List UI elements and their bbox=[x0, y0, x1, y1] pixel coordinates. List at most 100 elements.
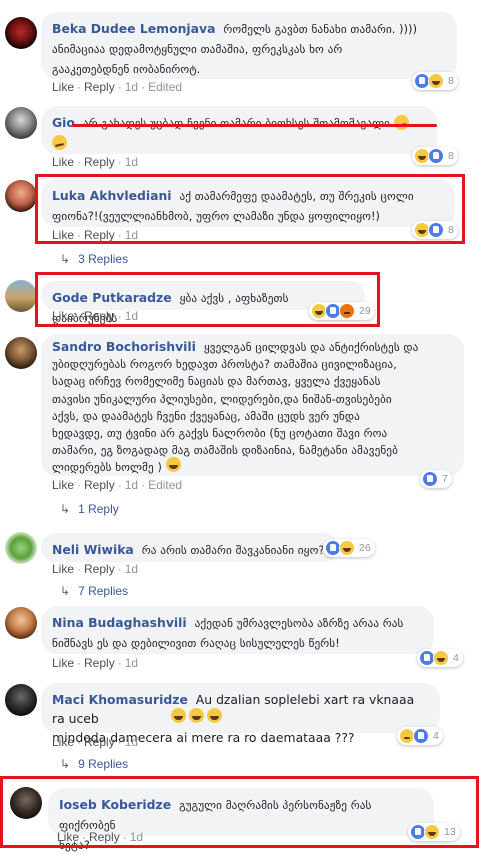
comment-bubble: Beka Dudee Lemonjava რომელს გავბთ ნანახი… bbox=[41, 12, 457, 79]
comment-actions: Like · Reply · 1d · Edited bbox=[52, 80, 183, 94]
commenter-name[interactable]: Gio bbox=[52, 115, 75, 130]
like-reaction-icon bbox=[413, 728, 429, 744]
comment-text-line: რომელს გავბთ ნანახი თამარი. )))) bbox=[223, 23, 418, 36]
comment-actions: Like · Reply · 1d · Edited bbox=[52, 478, 183, 492]
commenter-name[interactable]: Beka Dudee Lemonjava bbox=[52, 21, 215, 36]
reaction-summary[interactable]: 4 bbox=[417, 649, 463, 667]
reaction-count: 4 bbox=[453, 652, 459, 664]
comment-bubble: Neli Wiwika რა არის თამარი შავკანიანი იყ… bbox=[41, 533, 338, 562]
haha-reaction-icon bbox=[339, 540, 355, 556]
reaction-count: 8 bbox=[448, 75, 454, 87]
edited-label[interactable]: Edited bbox=[148, 478, 182, 492]
timestamp[interactable]: 1d bbox=[125, 656, 138, 670]
reply-arrow-icon: ↳ bbox=[60, 584, 71, 598]
comment-text-line: ანიმაციაა დედამოტყნული თამაშია, ფრეკსკას… bbox=[52, 43, 343, 56]
reaction-summary[interactable]: 8 bbox=[412, 147, 458, 165]
comment-actions: Like · Reply · 1d bbox=[52, 155, 139, 169]
comment-text-line: თამარი, ეგ ზოგადად მაგ თამაშის დიზაინია,… bbox=[52, 444, 398, 458]
avatar[interactable] bbox=[5, 280, 37, 312]
laughing-emoji-icon bbox=[189, 708, 204, 723]
reaction-summary[interactable]: 4 bbox=[397, 727, 443, 745]
confused-emoji-icon bbox=[52, 135, 67, 150]
timestamp[interactable]: 1d bbox=[125, 735, 138, 749]
reaction-count: 8 bbox=[448, 150, 454, 162]
highlight-box bbox=[0, 776, 479, 848]
reply-arrow-icon: ↳ bbox=[60, 757, 71, 771]
like-link[interactable]: Like bbox=[52, 656, 74, 670]
comment-actions: Like · Reply · 1d bbox=[52, 562, 139, 576]
view-replies-link[interactable]: ↳ 7 Replies bbox=[60, 584, 128, 598]
comment-bubble: Sandro Bochorishvili ყველგან ცილდვას და … bbox=[41, 334, 464, 476]
replies-count-label: 7 Replies bbox=[78, 584, 129, 598]
avatar[interactable] bbox=[5, 17, 37, 49]
like-link[interactable]: Like bbox=[52, 735, 74, 749]
timestamp[interactable]: 1d bbox=[125, 478, 138, 492]
timestamp[interactable]: 1d bbox=[125, 155, 138, 169]
reaction-summary[interactable]: 8 bbox=[412, 72, 458, 90]
replies-count-label: 3 Replies bbox=[78, 252, 129, 266]
avatar[interactable] bbox=[5, 684, 37, 716]
avatar[interactable] bbox=[5, 107, 37, 139]
commenter-name[interactable]: Maci Khomasuridze bbox=[52, 692, 188, 707]
comment-text-line: ნიშნავს ეს და დებილივით რაღაც სისულელეს … bbox=[52, 637, 340, 650]
reply-link[interactable]: Reply bbox=[84, 155, 115, 169]
comment-text-line: აქედან უმრავლესობა აზრზე არაა რას bbox=[194, 617, 404, 630]
laughing-emoji-icon bbox=[171, 708, 186, 723]
comment-text-line: გააკეთებდნენ იობანიროტ. bbox=[52, 63, 201, 76]
laughing-emoji-icon bbox=[207, 708, 222, 723]
comment-bubble: Nina Budaghashvili აქედან უმრავლესობა აზ… bbox=[41, 606, 434, 654]
view-replies-link[interactable]: ↳ 1 Reply bbox=[60, 502, 119, 516]
comment-bubble: Gio არ გახადეს უცბად ჩვენი თამარი ბიოხსე… bbox=[41, 106, 437, 154]
comment-text-line: სადაც ირჩევ რომელიმე ნაციას და მართავ, ყ… bbox=[52, 375, 381, 389]
timestamp[interactable]: 1d bbox=[125, 80, 138, 94]
reaction-summary[interactable]: 7 bbox=[420, 470, 452, 488]
commenter-name[interactable]: Sandro Bochorishvili bbox=[52, 339, 196, 354]
like-link[interactable]: Like bbox=[52, 478, 74, 492]
avatar[interactable] bbox=[5, 532, 37, 564]
timestamp[interactable]: 1d bbox=[125, 562, 138, 576]
comment-text-line: ხედავდე, თუ ტვინი არ გაქვს ნალრობი (ნუ ც… bbox=[52, 427, 388, 441]
like-link[interactable]: Like bbox=[52, 562, 74, 576]
edited-label[interactable]: Edited bbox=[148, 80, 182, 94]
view-replies-link[interactable]: ↳ 9 Replies bbox=[60, 757, 128, 771]
reply-arrow-icon: ↳ bbox=[60, 502, 71, 516]
comment-text-line: ყველგან ცილდვას და ანტიქრისტეს და bbox=[203, 341, 419, 354]
comment-text-line: რა არის თამარი შავკანიანი იყო? bbox=[141, 544, 325, 557]
comment-text-line: თავისი უნიკალური პლიუსები, ლიდერები,და ნ… bbox=[52, 392, 392, 406]
avatar[interactable] bbox=[5, 180, 37, 212]
replies-count-label: 9 Replies bbox=[78, 757, 129, 771]
confused-emoji-icon bbox=[393, 115, 409, 130]
comment-text-line: ლიდერებს ხოლმე ) bbox=[52, 461, 162, 475]
haha-reaction-icon bbox=[428, 73, 444, 89]
avatar[interactable] bbox=[5, 607, 37, 639]
comment-text-line: აქვს, და დაამატეს ჩვენი ქვეყანაც, ამაში … bbox=[52, 409, 360, 423]
haha-reaction-icon bbox=[433, 650, 449, 666]
comment-text-line: უბიდღურებას როგორ ხედავთ პროსტა? თამაშია… bbox=[52, 358, 397, 372]
highlight-box bbox=[35, 174, 465, 244]
avatar[interactable] bbox=[5, 337, 37, 369]
like-link[interactable]: Like bbox=[52, 155, 74, 169]
reaction-count: 4 bbox=[433, 730, 439, 742]
highlight-underline bbox=[72, 124, 437, 127]
like-link[interactable]: Like bbox=[52, 80, 74, 94]
reply-link[interactable]: Reply bbox=[84, 656, 115, 670]
reaction-count: 26 bbox=[359, 542, 371, 554]
like-reaction-icon bbox=[428, 148, 444, 164]
comment-bubble: Maci Khomasuridze Au dzalian soplelebi x… bbox=[41, 683, 440, 745]
commenter-name[interactable]: Neli Wiwika bbox=[52, 542, 134, 557]
reply-link[interactable]: Reply bbox=[84, 80, 115, 94]
reply-link[interactable]: Reply bbox=[84, 562, 115, 576]
commenter-name[interactable]: Nina Budaghashvili bbox=[52, 615, 187, 630]
view-replies-link[interactable]: ↳ 3 Replies bbox=[60, 252, 128, 266]
reply-link[interactable]: Reply bbox=[84, 735, 115, 749]
reaction-count: 7 bbox=[442, 473, 448, 485]
highlight-box bbox=[35, 272, 380, 327]
replies-count-label: 1 Reply bbox=[78, 502, 119, 516]
comment-actions: Like · Reply · 1d bbox=[52, 656, 139, 670]
like-reaction-icon bbox=[422, 471, 438, 487]
reply-link[interactable]: Reply bbox=[84, 478, 115, 492]
comment-actions: Like · Reply · 1d bbox=[52, 735, 139, 749]
reply-arrow-icon: ↳ bbox=[60, 252, 71, 266]
laughing-emoji-icon bbox=[166, 457, 181, 472]
reaction-summary[interactable]: 26 bbox=[323, 539, 375, 557]
